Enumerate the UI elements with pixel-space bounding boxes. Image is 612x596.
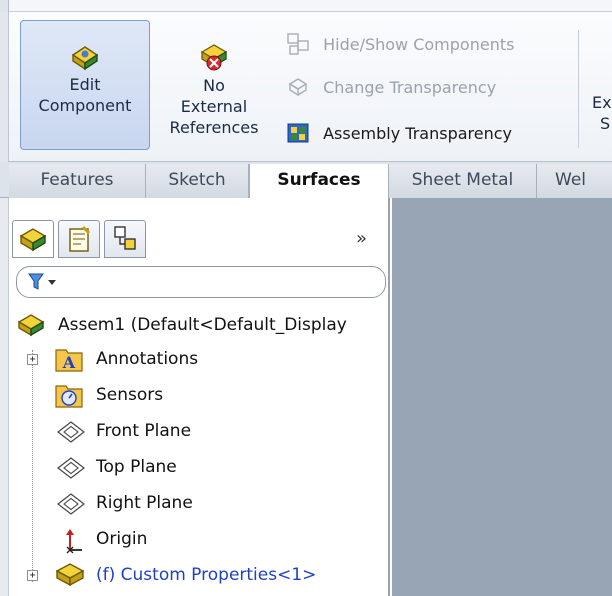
annotations-icon: A: [55, 349, 83, 372]
tab-sheet-metal[interactable]: Sheet Metal: [389, 164, 537, 198]
no-external-references-label-3: References: [169, 118, 259, 137]
tree-item-annotations[interactable]: + A Annotations: [0, 342, 390, 376]
filter-icon: [28, 273, 56, 290]
change-transparency-button[interactable]: Change Transparency: [284, 73, 496, 103]
tab-surfaces[interactable]: Surfaces: [249, 164, 389, 200]
tab-features[interactable]: Features: [9, 164, 146, 198]
change-transparency-label: Change Transparency: [323, 78, 497, 97]
tree-item-front-plane[interactable]: Front Plane: [0, 414, 390, 448]
tree-item-custom-properties[interactable]: + (f) Custom Properties<1>: [0, 558, 390, 592]
change-transparency-icon: [288, 77, 308, 96]
expand-toggle[interactable]: +: [27, 570, 38, 581]
command-tabs: Features Sketch Surfaces Sheet Metal Wel: [0, 162, 612, 200]
configuration-manager-icon: [114, 226, 136, 250]
ribbon-separator: [578, 30, 579, 148]
no-external-references-label-1: No: [203, 76, 225, 95]
no-external-references-button[interactable]: No External References: [154, 20, 274, 150]
edit-component-label-1: Edit: [69, 75, 101, 94]
ribbon-cut-off-button[interactable]: Ex S: [592, 92, 612, 134]
tree-item-sensors[interactable]: Sensors: [0, 378, 390, 412]
panel-expand-chevron[interactable]: »: [356, 228, 367, 249]
component-icon: [55, 563, 85, 587]
feature-manager-icon: [19, 228, 47, 252]
origin-icon: [66, 529, 82, 554]
tree-filter-input[interactable]: [16, 266, 386, 298]
plane-icon: [57, 421, 85, 443]
assembly-transparency-icon: [287, 123, 309, 142]
expand-toggle[interactable]: +: [27, 354, 38, 365]
tree-item-top-plane[interactable]: Top Plane: [0, 450, 390, 484]
feature-manager-panel: » Assem1 (Default<Default_Display + A An…: [0, 198, 390, 596]
window-top-edge: [0, 0, 612, 12]
ribbon-cut-off-label-2: S: [600, 114, 611, 133]
tree-item-label: Origin: [96, 529, 148, 549]
no-external-references-icon: [200, 44, 228, 71]
tree-root-label: Assem1 (Default<Default_Display: [58, 315, 347, 335]
property-manager-icon: [69, 225, 91, 252]
hide-show-components-label: Hide/Show Components: [323, 35, 515, 54]
edit-component-button[interactable]: Edit Component: [20, 20, 150, 150]
feature-manager-tab[interactable]: [12, 220, 54, 258]
tab-weldments[interactable]: Wel: [537, 164, 612, 198]
tab-sketch[interactable]: Sketch: [146, 164, 249, 198]
ribbon-cut-off-label-1: Ex: [592, 93, 612, 112]
edit-component-label-2: Component: [38, 96, 132, 115]
tree-item-label: Front Plane: [96, 421, 192, 441]
graphics-area[interactable]: [392, 198, 612, 596]
hide-show-components-icon: [287, 32, 309, 55]
tree-item-right-plane[interactable]: Right Plane: [0, 486, 390, 520]
svg-text:A: A: [62, 353, 76, 372]
tree-item-label: (f) Custom Properties<1>: [96, 565, 317, 585]
assembly-transparency-button[interactable]: Assembly Transparency: [284, 119, 512, 149]
assembly-icon: [17, 314, 45, 337]
no-external-references-label-2: External: [180, 97, 248, 116]
tree-item-origin[interactable]: Origin: [0, 522, 390, 556]
command-manager-ribbon: Edit Component No External References Hi…: [0, 12, 612, 162]
plane-icon: [57, 493, 85, 515]
property-manager-tab[interactable]: [58, 220, 100, 258]
tree-item-label: Sensors: [96, 385, 164, 405]
ribbon-left-edge: [0, 12, 9, 162]
sensors-icon: [55, 385, 83, 408]
plane-icon: [57, 457, 85, 479]
hide-show-components-button[interactable]: Hide/Show Components: [284, 30, 514, 60]
tree-item-label: Right Plane: [96, 493, 193, 513]
edit-component-icon: [71, 46, 99, 71]
tree-item-label: Top Plane: [96, 457, 177, 477]
tree-item-label: Annotations: [96, 349, 199, 369]
left-edge: [0, 0, 9, 12]
tree-root-assembly[interactable]: Assem1 (Default<Default_Display: [0, 308, 390, 342]
assembly-transparency-label: Assembly Transparency: [323, 124, 513, 143]
configuration-manager-tab[interactable]: [104, 220, 146, 258]
